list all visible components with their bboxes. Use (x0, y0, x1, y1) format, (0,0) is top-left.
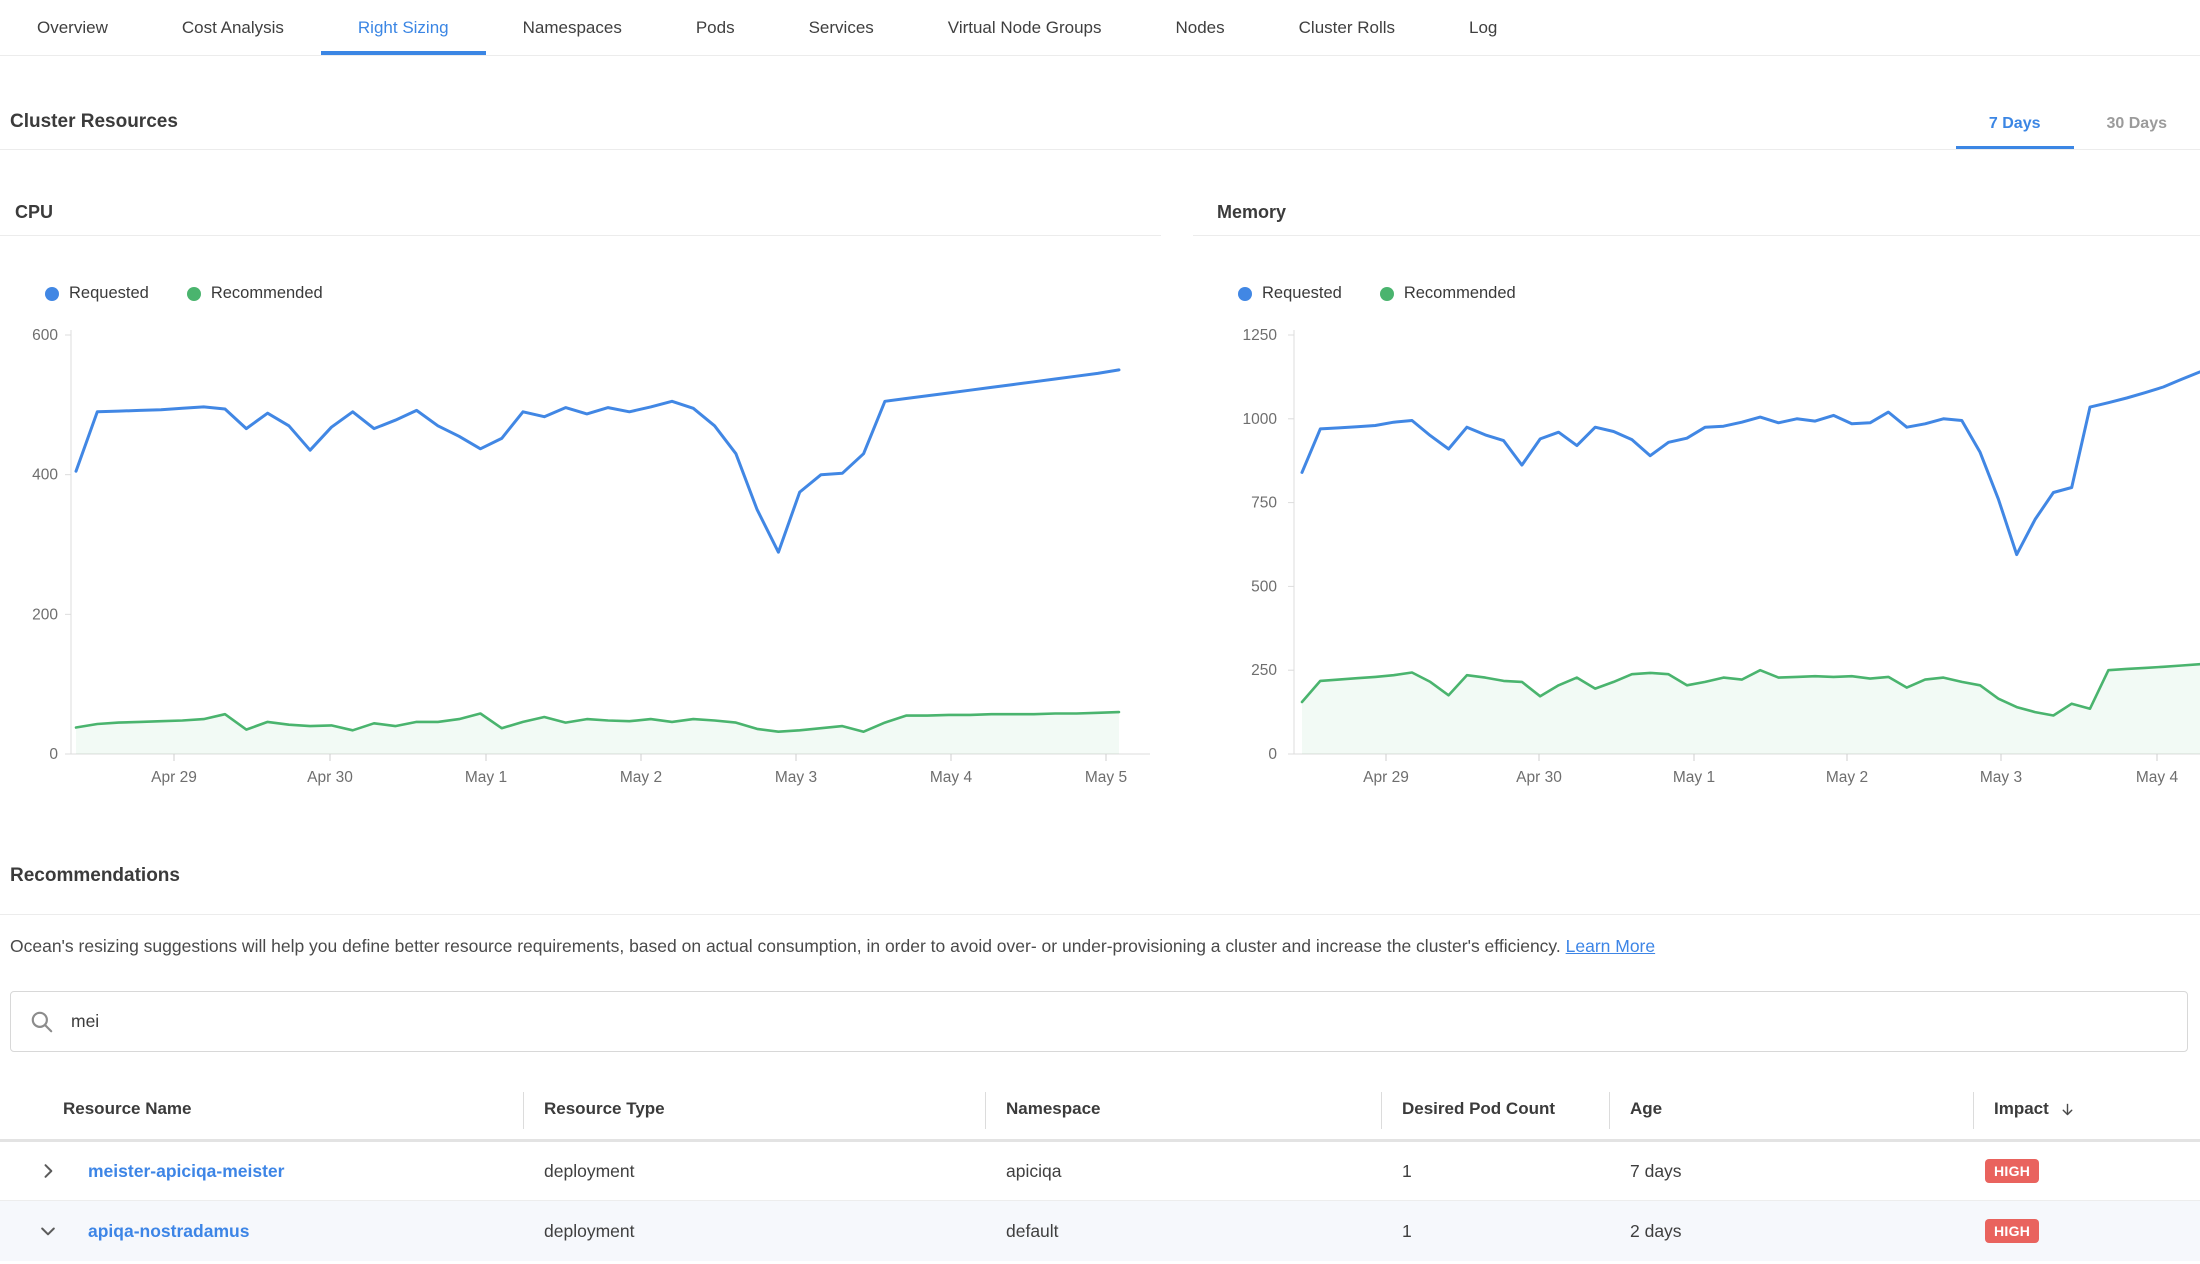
cell-namespace: apiciqa (985, 1161, 1381, 1182)
cell-namespace: default (985, 1221, 1381, 1242)
svg-text:200: 200 (32, 606, 58, 623)
col-header-impact-label: Impact (1994, 1099, 2049, 1119)
tab-log[interactable]: Log (1432, 0, 1534, 55)
range-30-days[interactable]: 30 Days (2074, 115, 2200, 149)
tab-virtual-node-groups[interactable]: Virtual Node Groups (911, 0, 1139, 55)
tab-pods[interactable]: Pods (659, 0, 772, 55)
tab-namespaces[interactable]: Namespaces (486, 0, 659, 55)
legend-label: Recommended (211, 284, 323, 303)
svg-text:May 1: May 1 (1673, 769, 1715, 786)
range-7-days[interactable]: 7 Days (1956, 115, 2074, 149)
cell-resource-name: meister-apiciqa-meister (0, 1161, 523, 1182)
svg-text:600: 600 (32, 327, 58, 344)
recommendations-table: Resource Name Resource Type Namespace De… (0, 1079, 2200, 1261)
col-header-desired-pod-count[interactable]: Desired Pod Count (1381, 1079, 1609, 1139)
legend-item-requested: Requested (1238, 284, 1342, 303)
table-row[interactable]: meister-apiciqa-meister deployment apici… (0, 1142, 2200, 1201)
legend-label: Recommended (1404, 284, 1516, 303)
cell-impact: HIGH (1973, 1159, 2200, 1183)
svg-text:May 2: May 2 (1826, 769, 1868, 786)
memory-chart-legend: Requested Recommended (1238, 284, 1516, 303)
svg-text:May 1: May 1 (465, 769, 507, 786)
legend-item-requested: Requested (45, 284, 149, 303)
recommended-dot-icon (1380, 287, 1394, 301)
cpu-chart-section: CPU Requested Recommended 600 400 200 0 Apr … (0, 196, 1161, 806)
svg-text:May 2: May 2 (620, 769, 662, 786)
requested-dot-icon (1238, 287, 1252, 301)
svg-text:May 4: May 4 (2136, 769, 2179, 786)
memory-chart-title: Memory (1193, 196, 2200, 236)
recommendations-description: Ocean's resizing suggestions will help y… (10, 934, 2190, 959)
tab-overview[interactable]: Overview (0, 0, 145, 55)
svg-text:250: 250 (1251, 662, 1277, 679)
svg-text:Apr 30: Apr 30 (1516, 769, 1562, 786)
cell-desired-pod-count: 1 (1381, 1221, 1609, 1242)
legend-label: Requested (69, 284, 149, 303)
cell-age: 2 days (1609, 1221, 1973, 1242)
cluster-resources-title: Cluster Resources (0, 111, 178, 149)
svg-text:750: 750 (1251, 495, 1277, 512)
cpu-chart-legend: Requested Recommended (45, 284, 323, 303)
memory-line-chart: 1250 1000 750 500 250 0 Apr 29 Apr 30 May 1 May 2… (1193, 325, 2200, 800)
chevron-right-icon[interactable] (38, 1161, 58, 1181)
col-header-namespace[interactable]: Namespace (985, 1079, 1381, 1139)
cpu-chart-title: CPU (0, 196, 1161, 236)
impact-badge: HIGH (1985, 1159, 2039, 1183)
tab-right-sizing[interactable]: Right Sizing (321, 0, 486, 55)
impact-badge: HIGH (1985, 1219, 2039, 1243)
learn-more-link[interactable]: Learn More (1566, 936, 1656, 956)
memory-chart-section: Memory Requested Recommended 1250 1000 750… (1193, 196, 2200, 806)
svg-text:Apr 30: Apr 30 (307, 769, 353, 786)
requested-dot-icon (45, 287, 59, 301)
tab-cost-analysis[interactable]: Cost Analysis (145, 0, 321, 55)
legend-item-recommended: Recommended (1380, 284, 1516, 303)
svg-text:500: 500 (1251, 578, 1277, 595)
table-row[interactable]: apiqa-nostradamus deployment default 1 2… (0, 1201, 2200, 1261)
svg-text:May 4: May 4 (930, 769, 973, 786)
resource-name-link[interactable]: apiqa-nostradamus (88, 1221, 249, 1242)
svg-text:Apr 29: Apr 29 (1363, 769, 1409, 786)
svg-text:May 3: May 3 (775, 769, 817, 786)
cluster-resources-header: Cluster Resources 7 Days 30 Days (0, 56, 2200, 150)
cell-age: 7 days (1609, 1161, 1973, 1182)
sort-descending-icon[interactable] (2059, 1101, 2076, 1118)
cpu-line-chart: 600 400 200 0 Apr 29 Apr 30 May 1 May 2 May 3 May… (0, 325, 1161, 800)
time-range-toggle: 7 Days 30 Days (1956, 115, 2200, 149)
recommended-dot-icon (187, 287, 201, 301)
col-header-impact[interactable]: Impact (1973, 1079, 2200, 1139)
col-header-age[interactable]: Age (1609, 1079, 1973, 1139)
resource-name-link[interactable]: meister-apiciqa-meister (88, 1161, 284, 1182)
col-header-resource-name[interactable]: Resource Name (0, 1079, 523, 1139)
svg-text:0: 0 (1268, 746, 1277, 763)
col-header-resource-type[interactable]: Resource Type (523, 1079, 985, 1139)
svg-text:1000: 1000 (1243, 411, 1278, 428)
svg-text:400: 400 (32, 467, 58, 484)
tab-services[interactable]: Services (772, 0, 911, 55)
legend-label: Requested (1262, 284, 1342, 303)
main-tab-bar: Overview Cost Analysis Right Sizing Name… (0, 0, 2200, 56)
recommendations-title: Recommendations (0, 849, 2200, 915)
svg-text:Apr 29: Apr 29 (151, 769, 197, 786)
table-header-row: Resource Name Resource Type Namespace De… (0, 1079, 2200, 1142)
svg-text:May 3: May 3 (1980, 769, 2022, 786)
cell-resource-type: deployment (523, 1221, 985, 1242)
chevron-down-icon[interactable] (38, 1221, 58, 1241)
cell-desired-pod-count: 1 (1381, 1161, 1609, 1182)
svg-text:May 5: May 5 (1085, 769, 1127, 786)
cell-resource-type: deployment (523, 1161, 985, 1182)
recommendations-description-text: Ocean's resizing suggestions will help y… (10, 936, 1561, 956)
resource-search-box (10, 991, 2188, 1052)
tab-cluster-rolls[interactable]: Cluster Rolls (1262, 0, 1432, 55)
search-icon (29, 1009, 55, 1035)
svg-text:0: 0 (49, 746, 58, 763)
search-input[interactable] (69, 1010, 2169, 1033)
cell-resource-name: apiqa-nostradamus (0, 1221, 523, 1242)
tab-nodes[interactable]: Nodes (1139, 0, 1262, 55)
cell-impact: HIGH (1973, 1219, 2200, 1243)
legend-item-recommended: Recommended (187, 284, 323, 303)
svg-text:1250: 1250 (1243, 327, 1278, 344)
